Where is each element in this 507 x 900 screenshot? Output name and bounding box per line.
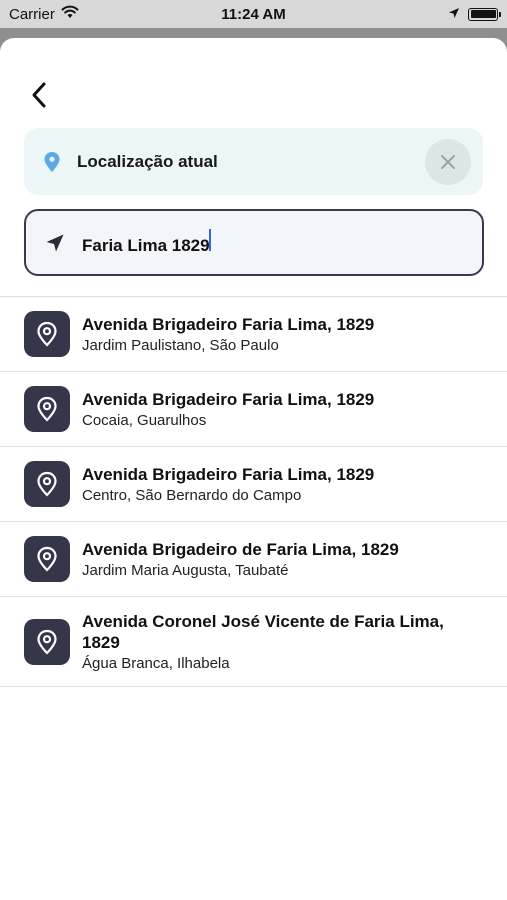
result-text: Avenida Brigadeiro Faria Lima, 1829 Jard… [82,314,374,355]
current-location-label: Localização atual [77,151,218,171]
address-search-input[interactable]: Faria Lima 1829 [82,229,422,256]
location-search-sheet: Localização atual Faria Lima 1829 Avenid… [0,38,507,900]
status-right [448,6,501,23]
location-pin-icon [24,461,70,507]
list-item[interactable]: Avenida Brigadeiro Faria Lima, 1829 Jard… [0,297,507,372]
location-pin-icon [24,536,70,582]
text-caret [208,229,211,251]
list-item[interactable]: Avenida Brigadeiro Faria Lima, 1829 Cent… [0,447,507,522]
location-pin-icon [24,311,70,357]
navigation-arrow-icon [44,232,66,254]
map-pin-icon [42,151,62,172]
wifi-icon [61,5,79,23]
list-item[interactable]: Avenida Brigadeiro Faria Lima, 1829 Coca… [0,372,507,447]
list-item[interactable]: Avenida Coronel José Vicente de Faria Li… [0,597,507,687]
status-left: Carrier [9,5,79,23]
result-text: Avenida Brigadeiro Faria Lima, 1829 Coca… [82,389,374,430]
result-title: Avenida Brigadeiro Faria Lima, 1829 [82,314,375,334]
result-subtitle: Jardim Paulistano, São Paulo [82,336,279,354]
result-subtitle: Água Branca, Ilhabela [82,654,230,672]
status-bar: Carrier 11:24 AM [0,0,507,28]
result-subtitle: Cocaia, Guarulhos [82,411,207,429]
back-button[interactable] [22,78,56,112]
result-text: Avenida Brigadeiro Faria Lima, 1829 Cent… [82,464,374,505]
result-subtitle: Jardim Maria Augusta, Taubaté [82,561,289,579]
close-icon [441,155,455,169]
address-search-box[interactable]: Faria Lima 1829 [24,209,484,276]
location-arrow-icon [448,6,460,23]
result-title: Avenida Brigadeiro de Faria Lima, 1829 [82,539,399,559]
location-pin-icon [24,386,70,432]
results-list: Avenida Brigadeiro Faria Lima, 1829 Jard… [0,296,507,687]
battery-icon [468,7,501,21]
list-item[interactable]: Avenida Brigadeiro de Faria Lima, 1829 J… [0,522,507,597]
clear-current-location-button[interactable] [425,139,471,185]
location-pin-icon [24,618,70,665]
result-subtitle: Centro, São Bernardo do Campo [82,486,302,504]
result-title: Avenida Brigadeiro Faria Lima, 1829 [82,389,375,409]
chevron-left-icon [32,82,46,108]
carrier-label: Carrier [9,5,55,23]
result-text: Avenida Brigadeiro de Faria Lima, 1829 J… [82,539,399,580]
current-location-option[interactable]: Localização atual [24,128,483,195]
result-text: Avenida Coronel José Vicente de Faria Li… [82,611,483,673]
result-title: Avenida Coronel José Vicente de Faria Li… [82,611,444,652]
search-input-value: Faria Lima 1829 [82,236,210,255]
result-title: Avenida Brigadeiro Faria Lima, 1829 [82,464,375,484]
